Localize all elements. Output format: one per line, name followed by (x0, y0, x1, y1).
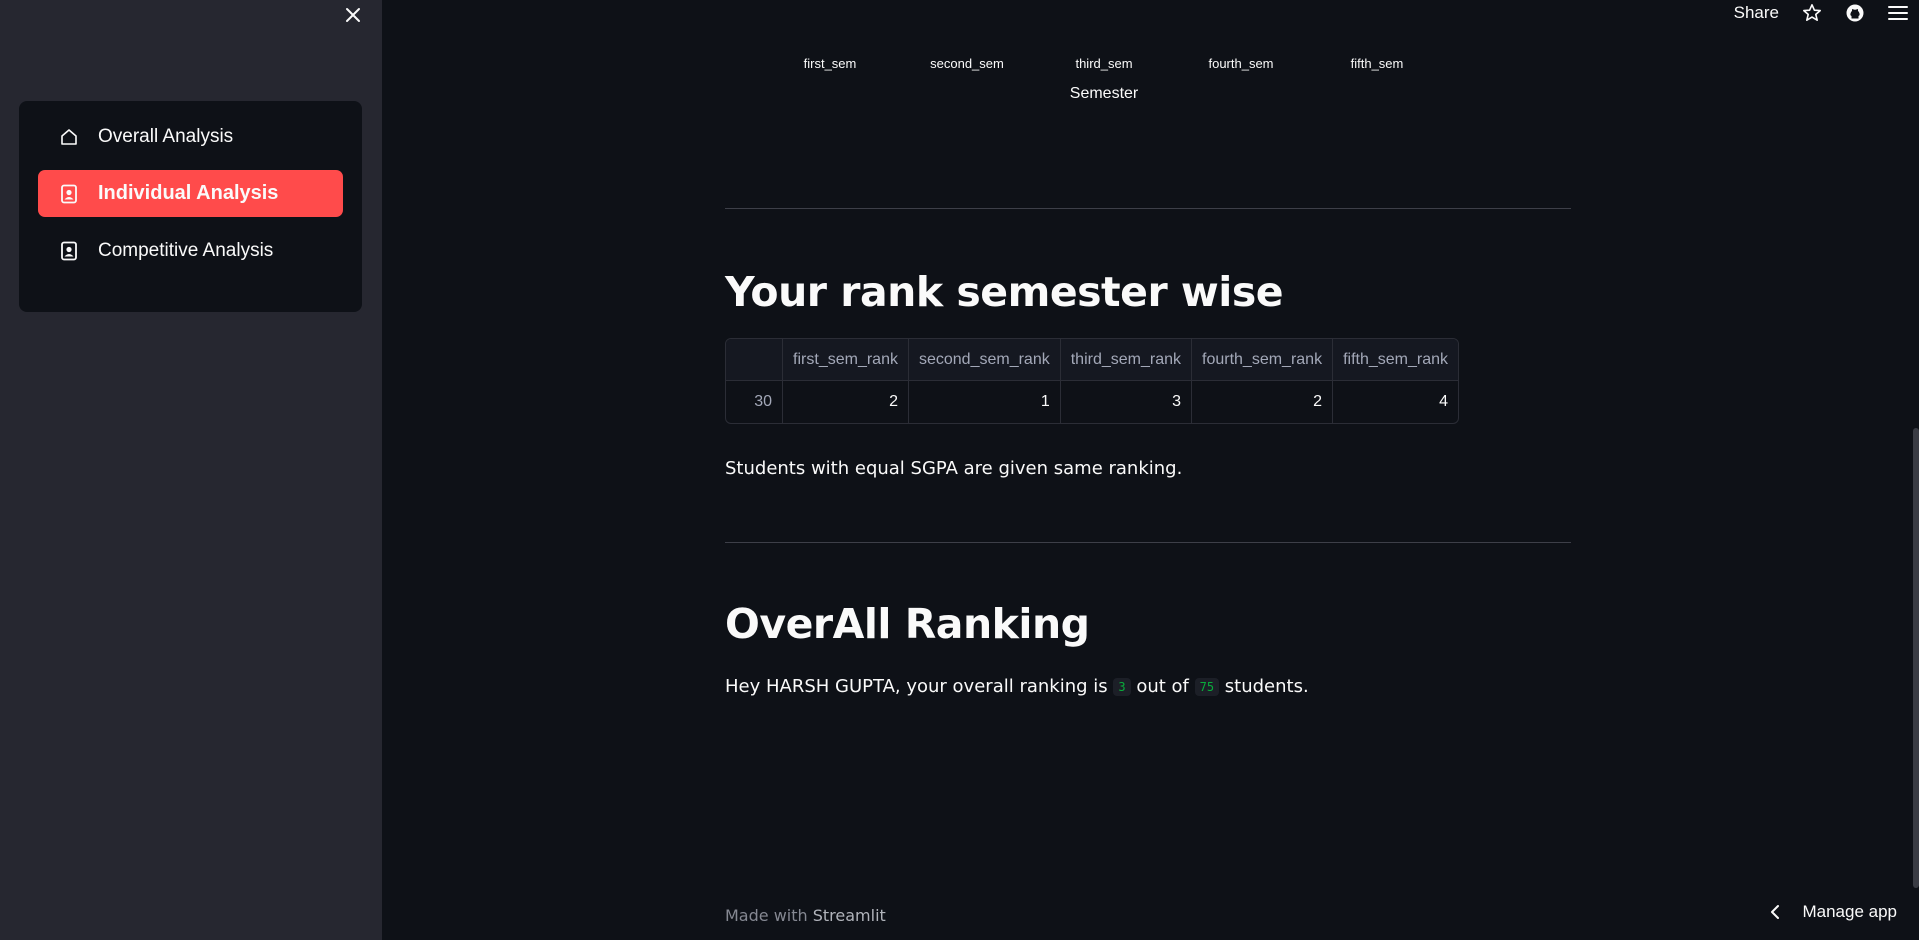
overall-ranking-text: Hey HARSH GUPTA, your overall ranking is… (725, 676, 1309, 697)
chevron-left-icon (1771, 905, 1780, 919)
table-header[interactable]: fourth_sem_rank (1192, 339, 1334, 381)
nav-item-label: Competitive Analysis (98, 239, 274, 261)
overall-ranking-heading: OverAll Ranking (725, 600, 1090, 648)
main-content: first_sem second_sem third_sem fourth_se… (382, 0, 1919, 940)
table-header-index (726, 339, 784, 381)
table-cell: 2 (1192, 381, 1334, 423)
star-icon[interactable] (1801, 2, 1823, 24)
table-header[interactable]: third_sem_rank (1060, 339, 1192, 381)
app-root: Overall Analysis Individual Analysis Com… (0, 0, 1919, 940)
table-row: 30 2 1 3 2 4 (726, 381, 1458, 423)
house-icon (58, 126, 80, 148)
divider (725, 208, 1571, 209)
footer: Made with Streamlit (725, 906, 886, 925)
rank-table[interactable]: first_sem_rank second_sem_rank third_sem… (725, 338, 1459, 424)
text-segment: Hey HARSH GUPTA, your overall ranking is (725, 676, 1114, 697)
text-segment: students. (1219, 676, 1309, 697)
chart-x-axis: first_sem second_sem third_sem fourth_se… (382, 56, 1919, 76)
table-cell: 3 (1061, 381, 1192, 423)
person-badge-icon (58, 240, 80, 262)
share-button[interactable]: Share (1734, 3, 1779, 23)
table-header-row: first_sem_rank second_sem_rank third_sem… (726, 339, 1458, 381)
x-tick-label: first_sem (803, 56, 857, 71)
x-tick-label: third_sem (1075, 56, 1133, 71)
rank-section-heading: Your rank semester wise (725, 268, 1284, 316)
nav-item-label: Individual Analysis (98, 182, 279, 204)
table-cell-index: 30 (726, 381, 784, 423)
hamburger-menu-icon[interactable] (1887, 2, 1909, 24)
nav-item-label: Overall Analysis (98, 125, 234, 147)
person-badge-icon (58, 183, 80, 205)
footer-text: Made with (725, 906, 813, 925)
nav-item-competitive-analysis[interactable]: Competitive Analysis (38, 227, 343, 274)
table-cell: 4 (1439, 393, 1448, 410)
table-header[interactable]: first_sem_rank (783, 339, 909, 381)
sidebar: Overall Analysis Individual Analysis Com… (0, 0, 382, 940)
nav-item-overall-analysis[interactable]: Overall Analysis (38, 113, 343, 160)
x-tick-label: second_sem (930, 56, 1004, 71)
option-menu: Overall Analysis Individual Analysis Com… (19, 101, 362, 312)
ranking-note: Students with equal SGPA are given same … (725, 458, 1183, 479)
header-toolbar: Share (1734, 0, 1919, 26)
table-cell: 2 (783, 381, 909, 423)
x-tick-label: fourth_sem (1208, 56, 1274, 71)
close-icon (346, 8, 360, 22)
table-header[interactable]: fifth_sem_rank (1333, 339, 1458, 381)
streamlit-link[interactable]: Streamlit (813, 906, 886, 925)
divider (725, 542, 1571, 543)
manage-app-button[interactable]: Manage app (1770, 902, 1897, 922)
nav-item-individual-analysis[interactable]: Individual Analysis (38, 170, 343, 217)
github-icon[interactable] (1844, 2, 1866, 24)
table-header[interactable]: second_sem_rank (908, 339, 1061, 381)
manage-app-label: Manage app (1802, 902, 1897, 921)
text-segment: out of (1130, 676, 1195, 697)
table-cell: 1 (909, 381, 1061, 423)
scrollbar[interactable] (1913, 428, 1919, 888)
total-students-value: 75 (1194, 678, 1220, 696)
close-sidebar-button[interactable] (340, 2, 366, 28)
x-axis-title: Semester (1069, 85, 1139, 102)
rank-value: 3 (1113, 678, 1131, 696)
x-tick-label: fifth_sem (1350, 56, 1404, 71)
